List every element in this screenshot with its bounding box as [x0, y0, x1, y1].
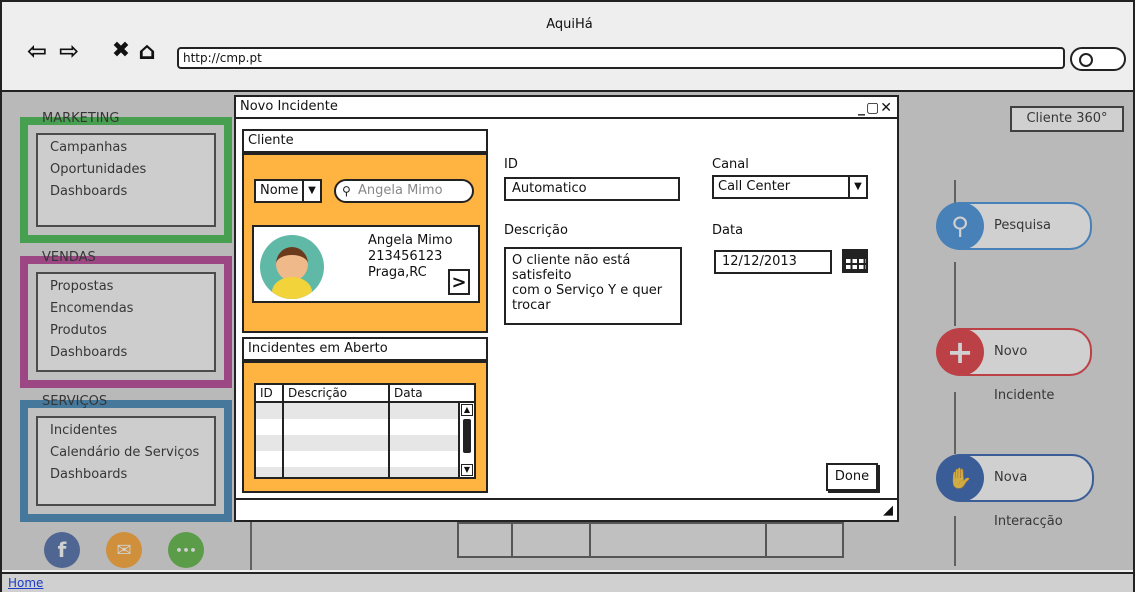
column-divider	[282, 385, 284, 477]
done-button[interactable]: Done	[826, 463, 878, 491]
client-card: Angela Mimo 213456123 Praga,RC >	[252, 225, 480, 303]
canal-label: Canal	[712, 157, 749, 172]
home-link[interactable]: Home	[8, 576, 43, 590]
column-data[interactable]: Data	[390, 385, 423, 401]
incidentes-panel: ID Descrição Data ▲ ▼	[242, 361, 488, 493]
descricao-line: trocar	[512, 298, 551, 313]
search-icon: ⚲	[342, 184, 351, 198]
incidentes-table: ID Descrição Data ▲ ▼	[254, 383, 476, 479]
scroll-down-icon[interactable]: ▼	[461, 464, 473, 476]
client-info: Angela Mimo 213456123 Praga,RC	[368, 233, 453, 281]
cliente-search-input[interactable]: ⚲ Angela Mimo	[334, 179, 474, 203]
calendar-icon[interactable]	[842, 249, 868, 273]
client-location: Praga,RC	[368, 265, 427, 280]
id-label: ID	[504, 157, 518, 172]
url-bar[interactable]: http://cmp.pt	[177, 47, 1065, 69]
id-input[interactable]: Automatico	[504, 177, 680, 201]
column-id[interactable]: ID	[256, 385, 273, 401]
dialog-titlebar: Novo Incidente _▢✕	[236, 97, 897, 119]
dialog-title: Novo Incidente	[240, 99, 338, 114]
table-row	[256, 467, 458, 477]
status-bar: Home	[2, 572, 1133, 592]
cliente-header: Cliente	[242, 129, 488, 153]
close-icon[interactable]: ✖	[108, 38, 134, 64]
table-header: ID Descrição Data	[256, 385, 474, 403]
window-title: AquiHá	[546, 17, 593, 32]
client-name: Angela Mimo	[368, 233, 453, 248]
descricao-line: O cliente não está	[512, 253, 631, 268]
forward-icon[interactable]: ⇨	[56, 38, 82, 64]
descricao-line: com o Serviço Y e quer	[512, 283, 663, 298]
search-placeholder: Angela Mimo	[358, 183, 443, 198]
column-divider	[388, 385, 390, 477]
descricao-label: Descrição	[504, 223, 568, 238]
canal-select[interactable]: Call Center ▼	[712, 175, 868, 199]
chevron-down-icon: ▼	[848, 177, 866, 197]
scroll-up-icon[interactable]: ▲	[461, 404, 473, 416]
descricao-line: satisfeito	[512, 268, 572, 283]
incidentes-header: Incidentes em Aberto	[242, 337, 488, 361]
search-icon[interactable]	[1070, 47, 1126, 71]
browser-window: AquiHá ⇦ ⇨ ✖ ⌂ http://cmp.pt MARKETING C…	[0, 0, 1135, 592]
table-row	[256, 403, 458, 419]
home-icon[interactable]: ⌂	[134, 38, 160, 64]
dialog-footer: ◢	[236, 498, 897, 520]
back-icon[interactable]: ⇦	[24, 38, 50, 64]
novo-incidente-dialog: Novo Incidente _▢✕ Cliente Nome ▼ ⚲ Ange…	[234, 95, 899, 522]
cliente-panel: Nome ▼ ⚲ Angela Mimo Angela Mimo 2134561…	[242, 153, 488, 333]
chevron-down-icon: ▼	[302, 181, 320, 201]
descricao-textarea[interactable]: O cliente não está satisfeito com o Serv…	[504, 247, 682, 325]
resize-handle-icon[interactable]: ◢	[883, 503, 893, 518]
scroll-thumb[interactable]	[463, 419, 471, 453]
table-row	[256, 435, 458, 451]
avatar	[260, 235, 324, 299]
canal-select-value: Call Center	[718, 179, 791, 194]
data-label: Data	[712, 223, 744, 238]
data-input[interactable]: 12/12/2013	[714, 250, 832, 274]
scrollbar[interactable]: ▲ ▼	[458, 403, 474, 477]
window-controls-icon[interactable]: _▢✕	[858, 98, 893, 118]
client-phone: 213456123	[368, 249, 443, 264]
field-select[interactable]: Nome ▼	[254, 179, 322, 203]
field-select-value: Nome	[260, 183, 299, 198]
column-descricao[interactable]: Descrição	[284, 385, 347, 401]
chevron-right-icon[interactable]: >	[448, 269, 470, 295]
